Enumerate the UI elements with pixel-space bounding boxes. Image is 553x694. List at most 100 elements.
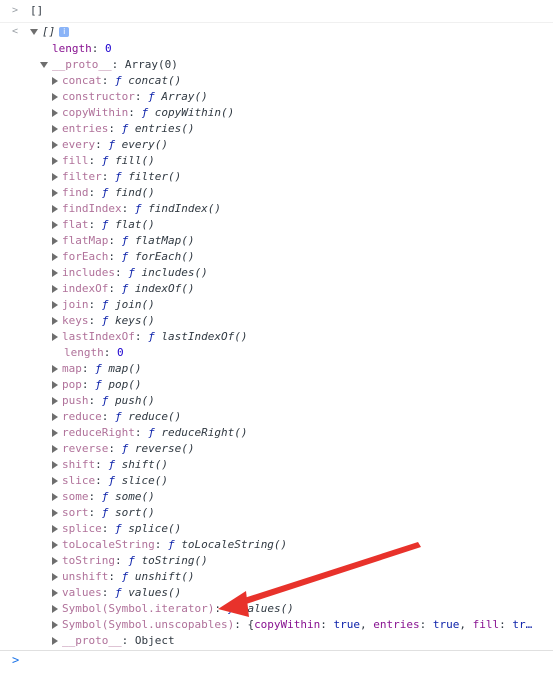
- console-input[interactable]: [30, 653, 534, 671]
- property-proto[interactable]: __proto__: Array(0): [0, 57, 553, 73]
- method-row[interactable]: lastIndexOf: ƒ lastIndexOf(): [0, 329, 553, 345]
- method-row[interactable]: copyWithin: ƒ copyWithin(): [0, 105, 553, 121]
- method-signature: join(): [115, 298, 155, 311]
- console-prompt[interactable]: >: [0, 650, 553, 671]
- expand-right-icon[interactable]: [52, 365, 58, 373]
- expand-right-icon[interactable]: [52, 605, 58, 613]
- expand-right-icon[interactable]: [52, 125, 58, 133]
- expand-right-icon[interactable]: [52, 461, 58, 469]
- method-row[interactable]: includes: ƒ includes(): [0, 265, 553, 281]
- console-output-line[interactable]: < [] i: [0, 23, 553, 41]
- expand-right-icon[interactable]: [52, 141, 58, 149]
- method-row[interactable]: constructor: ƒ Array(): [0, 89, 553, 105]
- method-row[interactable]: pop: ƒ pop(): [0, 377, 553, 393]
- method-row[interactable]: reduce: ƒ reduce(): [0, 409, 553, 425]
- method-row[interactable]: unshift: ƒ unshift(): [0, 569, 553, 585]
- method-key: fill: [62, 154, 89, 167]
- property-value: 0: [105, 42, 112, 55]
- expand-right-icon[interactable]: [52, 637, 58, 645]
- expand-right-icon[interactable]: [52, 589, 58, 597]
- expand-right-icon[interactable]: [52, 445, 58, 453]
- property-key: __proto__: [62, 634, 122, 647]
- method-row[interactable]: forEach: ƒ forEach(): [0, 249, 553, 265]
- info-icon[interactable]: i: [59, 27, 70, 37]
- expand-right-icon[interactable]: [52, 173, 58, 181]
- method-row[interactable]: fill: ƒ fill(): [0, 153, 553, 169]
- method-row[interactable]: slice: ƒ slice(): [0, 473, 553, 489]
- method-row[interactable]: toLocaleString: ƒ toLocaleString(): [0, 537, 553, 553]
- expand-right-icon[interactable]: [52, 221, 58, 229]
- expand-right-icon[interactable]: [52, 557, 58, 565]
- method-row[interactable]: reverse: ƒ reverse(): [0, 441, 553, 457]
- expand-right-icon[interactable]: [52, 509, 58, 517]
- expand-right-icon[interactable]: [52, 525, 58, 533]
- expand-right-icon[interactable]: [52, 93, 58, 101]
- expand-right-icon[interactable]: [52, 493, 58, 501]
- method-row[interactable]: some: ƒ some(): [0, 489, 553, 505]
- method-row[interactable]: entries: ƒ entries(): [0, 121, 553, 137]
- method-row[interactable]: splice: ƒ splice(): [0, 521, 553, 537]
- method-key: shift: [62, 458, 96, 471]
- expand-right-icon[interactable]: [52, 429, 58, 437]
- method-row[interactable]: concat: ƒ concat(): [0, 73, 553, 89]
- expand-right-icon[interactable]: [52, 205, 58, 213]
- expand-right-icon[interactable]: [52, 397, 58, 405]
- method-row[interactable]: flatMap: ƒ flatMap(): [0, 233, 553, 249]
- expand-right-icon[interactable]: [52, 573, 58, 581]
- method-row[interactable]: shift: ƒ shift(): [0, 457, 553, 473]
- function-icon: ƒ: [108, 474, 115, 487]
- expand-right-icon[interactable]: [52, 381, 58, 389]
- method-row[interactable]: join: ƒ join(): [0, 297, 553, 313]
- function-icon: ƒ: [108, 138, 115, 151]
- method-key: find: [62, 186, 89, 199]
- method-row[interactable]: find: ƒ find(): [0, 185, 553, 201]
- method-row[interactable]: map: ƒ map(): [0, 361, 553, 377]
- input-chevron-icon: >: [11, 5, 19, 16]
- expand-down-icon[interactable]: [40, 62, 48, 68]
- expand-right-icon[interactable]: [52, 77, 58, 85]
- method-row[interactable]: indexOf: ƒ indexOf(): [0, 281, 553, 297]
- method-row[interactable]: toString: ƒ toString(): [0, 553, 553, 569]
- method-key: entries: [62, 122, 109, 135]
- method-row[interactable]: values: ƒ values(): [0, 585, 553, 601]
- property-unscopables[interactable]: Symbol(Symbol.unscopables): {copyWithin:…: [0, 617, 553, 633]
- method-key: slice: [62, 474, 96, 487]
- expand-right-icon[interactable]: [52, 109, 58, 117]
- method-row[interactable]: every: ƒ every(): [0, 137, 553, 153]
- expand-down-icon[interactable]: [30, 29, 38, 35]
- expand-right-icon[interactable]: [52, 541, 58, 549]
- expand-right-icon[interactable]: [52, 189, 58, 197]
- property-proto-object[interactable]: __proto__: Object: [0, 633, 553, 649]
- method-signature: find(): [115, 186, 155, 199]
- property-value: 0: [117, 346, 124, 359]
- expand-right-icon[interactable]: [52, 157, 58, 165]
- expand-right-icon[interactable]: [52, 285, 58, 293]
- method-row[interactable]: findIndex: ƒ findIndex(): [0, 201, 553, 217]
- output-summary[interactable]: []: [42, 25, 55, 38]
- method-row[interactable]: flat: ƒ flat(): [0, 217, 553, 233]
- method-row[interactable]: reduceRight: ƒ reduceRight(): [0, 425, 553, 441]
- method-row[interactable]: Symbol(Symbol.iterator): ƒ values(): [0, 601, 553, 617]
- proto-methods-list: concat: ƒ concat() constructor: ƒ Array()…: [0, 73, 553, 345]
- method-row[interactable]: sort: ƒ sort(): [0, 505, 553, 521]
- method-key: filter: [62, 170, 102, 183]
- method-key: toLocaleString: [62, 538, 155, 551]
- expand-right-icon[interactable]: [52, 237, 58, 245]
- method-signature: map(): [108, 362, 142, 375]
- method-key: lastIndexOf: [62, 330, 135, 343]
- expand-right-icon[interactable]: [52, 317, 58, 325]
- method-row[interactable]: push: ƒ push(): [0, 393, 553, 409]
- expand-right-icon[interactable]: [52, 301, 58, 309]
- expand-right-icon[interactable]: [52, 253, 58, 261]
- function-icon: ƒ: [115, 586, 122, 599]
- method-key: splice: [62, 522, 102, 535]
- expand-right-icon[interactable]: [52, 333, 58, 341]
- method-row[interactable]: filter: ƒ filter(): [0, 169, 553, 185]
- method-signature: every(): [121, 138, 168, 151]
- function-icon: ƒ: [115, 74, 122, 87]
- expand-right-icon[interactable]: [52, 413, 58, 421]
- method-row[interactable]: keys: ƒ keys(): [0, 313, 553, 329]
- expand-right-icon[interactable]: [52, 269, 58, 277]
- expand-right-icon[interactable]: [52, 621, 58, 629]
- expand-right-icon[interactable]: [52, 477, 58, 485]
